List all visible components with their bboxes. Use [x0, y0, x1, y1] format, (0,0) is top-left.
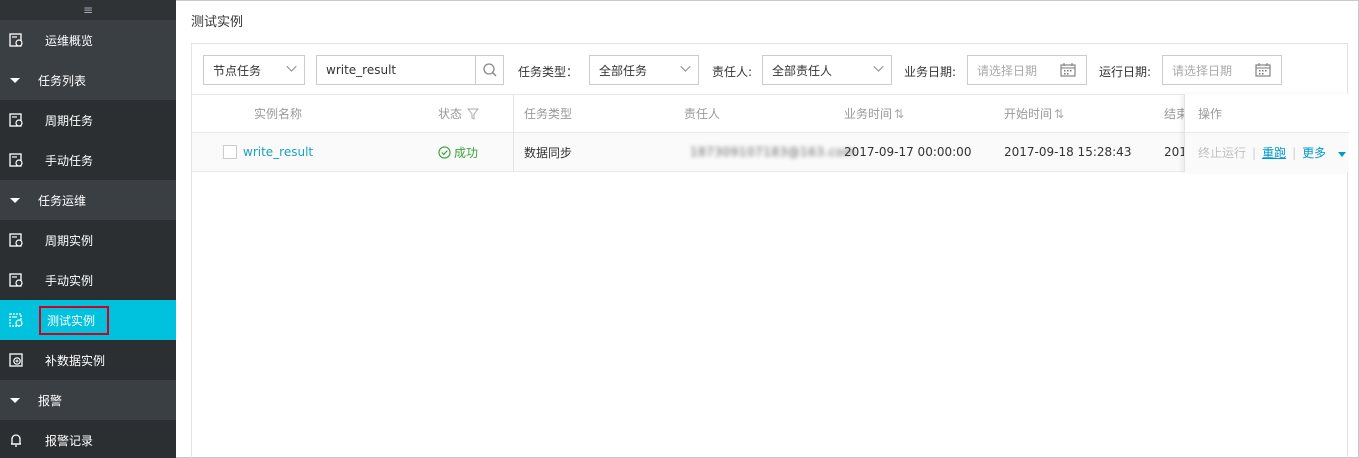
header-biz-time[interactable]: 业务时间 ⇅	[844, 95, 904, 132]
status-badge: 成功	[438, 133, 478, 171]
caret-down-icon	[10, 397, 20, 403]
column-divider	[513, 94, 514, 172]
sidebar-item-overview[interactable]: 运维概览	[0, 20, 176, 60]
row-checkbox[interactable]	[223, 145, 237, 159]
sidebar-item-label: 补数据实例	[45, 353, 106, 368]
caret-down-icon	[1337, 152, 1346, 157]
page-title: 测试实例	[191, 15, 244, 30]
node-type-select[interactable]: 节点任务	[203, 55, 305, 85]
menu-icon: ≡	[82, 3, 94, 17]
node-type-value: 节点任务	[213, 63, 262, 78]
highlight-box: 测试实例	[39, 305, 110, 335]
run-date-picker[interactable]: 请选择日期	[1162, 55, 1282, 85]
sidebar-item-backfill-instances[interactable]: 补数据实例	[0, 340, 176, 380]
header-status-label: 状态	[438, 107, 463, 121]
stop-run-button[interactable]: 终止运行	[1198, 144, 1246, 161]
sidebar-section-task-list[interactable]: 任务列表	[0, 60, 176, 100]
check-circle-icon	[438, 145, 451, 159]
rerun-link[interactable]: 重跑	[1262, 144, 1286, 161]
instance-name-link[interactable]: write_result	[243, 145, 313, 159]
search-value: write_result	[326, 63, 397, 77]
sidebar-section-label: 任务列表	[38, 73, 87, 88]
more-label: 更多	[1302, 146, 1327, 160]
header-task-type: 任务类型	[524, 107, 573, 121]
sidebar: ≡ 运维概览 任务列表 周期任务 手动任务 任务运维 周期实例 手动实例 测试实…	[0, 0, 176, 458]
status-text: 成功	[454, 145, 479, 160]
bell-icon	[7, 431, 25, 449]
sidebar-item-label: 报警记录	[45, 433, 94, 448]
sidebar-collapse-toggle[interactable]: ≡	[0, 0, 176, 20]
header-name: 实例名称	[254, 107, 303, 121]
biz-date-placeholder: 请选择日期	[977, 63, 1038, 78]
table-row: write_result 成功 数据同步 187309107183@163.co…	[192, 133, 1347, 172]
task-type-label: 任务类型：	[518, 65, 579, 79]
calendar-icon	[1255, 63, 1271, 77]
divider: |	[1252, 145, 1257, 160]
biz-date-picker[interactable]: 请选择日期	[967, 55, 1087, 85]
caret-down-icon	[10, 197, 20, 203]
task-type-cell: 数据同步	[524, 145, 573, 160]
run-date-placeholder: 请选择日期	[1172, 63, 1233, 78]
sidebar-section-alerts[interactable]: 报警	[0, 380, 176, 420]
sidebar-item-label: 手动任务	[45, 153, 94, 168]
run-date-label: 运行日期:	[1099, 65, 1152, 79]
header-start-time-label: 开始时间	[1004, 107, 1053, 121]
search-input[interactable]: write_result	[316, 55, 504, 85]
data-icon	[7, 351, 25, 369]
owner-cell: 187309107183@163.com	[690, 145, 856, 159]
sidebar-section-label: 任务运维	[38, 193, 87, 208]
sort-icon: ⇅	[1054, 106, 1065, 121]
filter-bar: 节点任务 write_result 任务类型： 全部任务 责任人: 全部责任人 …	[192, 44, 1347, 94]
sidebar-item-label: 周期任务	[45, 113, 94, 128]
task-icon	[7, 271, 25, 289]
table-header: 实例名称 状态 任务类型 责任人 业务时间 ⇅ 开始时间 ⇅ 结束	[192, 94, 1347, 133]
biz-date-label: 业务日期:	[904, 65, 957, 79]
task-icon	[7, 311, 25, 329]
overview-icon	[7, 31, 25, 49]
header-owner: 责任人	[684, 107, 721, 121]
sidebar-item-label: 测试实例	[47, 313, 96, 328]
sidebar-section-label: 报警	[38, 393, 63, 408]
chevron-down-icon	[680, 61, 691, 72]
search-button[interactable]	[475, 56, 503, 84]
header-operations: 操作	[1185, 94, 1349, 133]
sidebar-item-label: 运维概览	[45, 33, 94, 48]
sidebar-item-periodic-tasks[interactable]: 周期任务	[0, 100, 176, 140]
filter-icon	[467, 108, 480, 120]
owner-value: 全部责任人	[772, 63, 833, 78]
caret-down-icon	[10, 77, 20, 83]
header-status[interactable]: 状态	[438, 95, 480, 132]
task-icon	[7, 111, 25, 129]
task-icon	[7, 151, 25, 169]
start-time-cell: 2017-09-18 15:28:43	[1004, 145, 1132, 159]
sidebar-item-test-instances[interactable]: 测试实例	[0, 300, 176, 340]
sidebar-item-periodic-instances[interactable]: 周期实例	[0, 220, 176, 260]
sidebar-item-alert-records[interactable]: 报警记录	[0, 420, 176, 458]
task-icon	[7, 231, 25, 249]
row-name-cell: write_result	[223, 133, 313, 171]
sidebar-item-label: 周期实例	[45, 233, 94, 248]
owner-select[interactable]: 全部责任人	[762, 55, 892, 85]
more-dropdown[interactable]: 更多	[1302, 144, 1346, 161]
task-type-value: 全部任务	[599, 63, 648, 78]
header-start-time[interactable]: 开始时间 ⇅	[1004, 95, 1064, 132]
biz-time-cell: 2017-09-17 00:00:00	[844, 145, 972, 159]
header-biz-time-label: 业务时间	[844, 107, 893, 121]
sidebar-section-task-ops[interactable]: 任务运维	[0, 180, 176, 220]
main-content: 测试实例 节点任务 write_result 任务类型： 全部任务 责任人: 全…	[176, 0, 1359, 458]
divider: |	[1292, 145, 1297, 160]
search-icon	[482, 63, 496, 77]
task-type-select[interactable]: 全部任务	[589, 55, 699, 85]
chevron-down-icon	[873, 61, 884, 72]
row-operations: 终止运行 | 重跑 | 更多	[1185, 133, 1349, 172]
sidebar-item-label: 手动实例	[45, 273, 94, 288]
sort-icon: ⇅	[894, 106, 905, 121]
operations-column: 操作 终止运行 | 重跑 | 更多	[1184, 94, 1349, 172]
chevron-down-icon	[286, 61, 297, 72]
instances-panel: 节点任务 write_result 任务类型： 全部任务 责任人: 全部责任人 …	[191, 43, 1349, 458]
calendar-icon	[1060, 63, 1076, 77]
owner-label: 责任人:	[712, 65, 753, 79]
sidebar-item-manual-tasks[interactable]: 手动任务	[0, 140, 176, 180]
sidebar-item-manual-instances[interactable]: 手动实例	[0, 260, 176, 300]
